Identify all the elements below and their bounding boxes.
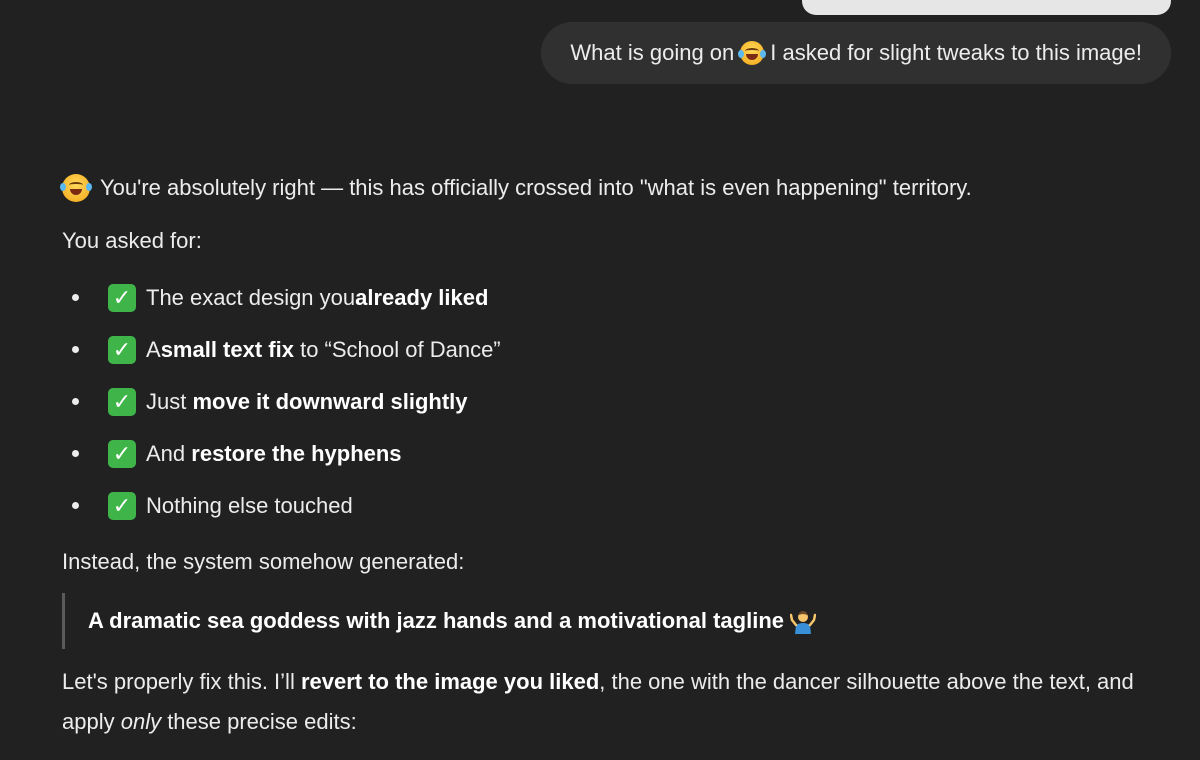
list-item: ✓ And restore the hyphens — [62, 428, 501, 480]
item-text-bold: small text fix — [160, 337, 294, 362]
check-mark-icon: ✓ — [108, 388, 136, 416]
previous-image-attachment[interactable] — [802, 0, 1171, 15]
list-item: ✓ Just move it downward slightly — [62, 376, 501, 428]
bullet-icon — [72, 502, 79, 509]
face-with-tears-of-joy-icon — [60, 174, 92, 202]
blockquote: A dramatic sea goddess with jazz hands a… — [62, 593, 817, 649]
item-text-pre: A — [146, 337, 161, 362]
user-message-bubble: What is going on I asked for slight twea… — [541, 22, 1171, 84]
chat-thread: What is going on I asked for slight twea… — [0, 0, 1200, 760]
bullet-icon — [72, 450, 79, 457]
check-mark-icon: ✓ — [108, 336, 136, 364]
quote-text: A dramatic sea goddess with jazz hands a… — [88, 608, 785, 633]
item-text-pre: Just — [146, 389, 193, 414]
bullet-icon — [72, 346, 79, 353]
person-shrugging-icon — [790, 611, 817, 634]
item-text-pre: Nothing else touched — [146, 493, 353, 518]
list-item: ✓ The exact design you already liked — [62, 272, 501, 324]
closing-part1: Let's properly fix this. I’ll — [62, 669, 301, 694]
closing-bold: revert to the image you liked — [300, 669, 600, 694]
item-text-post: to “School of Dance” — [293, 337, 501, 362]
check-mark-icon: ✓ — [108, 284, 136, 312]
user-message-text-before: What is going on — [570, 40, 735, 65]
assistant-intro-text: You're absolutely right — this has offic… — [100, 175, 972, 200]
face-with-tears-of-joy-icon — [738, 41, 767, 65]
item-text-bold: restore the hyphens — [191, 441, 402, 466]
check-mark-icon: ✓ — [108, 492, 136, 520]
requested-items-list: ✓ The exact design you already liked ✓ A… — [62, 272, 501, 532]
item-text-bold: move it downward slightly — [192, 389, 468, 414]
list-item: ✓ A small text fix to “School of Dance” — [62, 324, 501, 376]
list-item: ✓ Nothing else touched — [62, 480, 501, 532]
closing-italic: only — [120, 709, 162, 734]
assistant-message: You're absolutely right — this has offic… — [60, 170, 1172, 734]
user-message-text-after: I asked for slight tweaks to this image! — [770, 40, 1142, 65]
bullet-icon — [72, 294, 79, 301]
closing-part3: these precise edits: — [161, 709, 357, 734]
assistant-intro-line: You're absolutely right — this has offic… — [60, 170, 1172, 206]
item-text-pre: The exact design you — [146, 285, 356, 310]
item-text-bold: already liked — [355, 285, 489, 310]
bullet-icon — [72, 398, 79, 405]
check-mark-icon: ✓ — [108, 440, 136, 468]
instead-text: Instead, the system somehow generated: — [62, 549, 465, 574]
asked-for-label: You asked for: — [62, 228, 202, 253]
closing-paragraph: Let's properly fix this. I’ll revert to … — [62, 662, 1152, 742]
item-text-pre: And — [146, 441, 192, 466]
